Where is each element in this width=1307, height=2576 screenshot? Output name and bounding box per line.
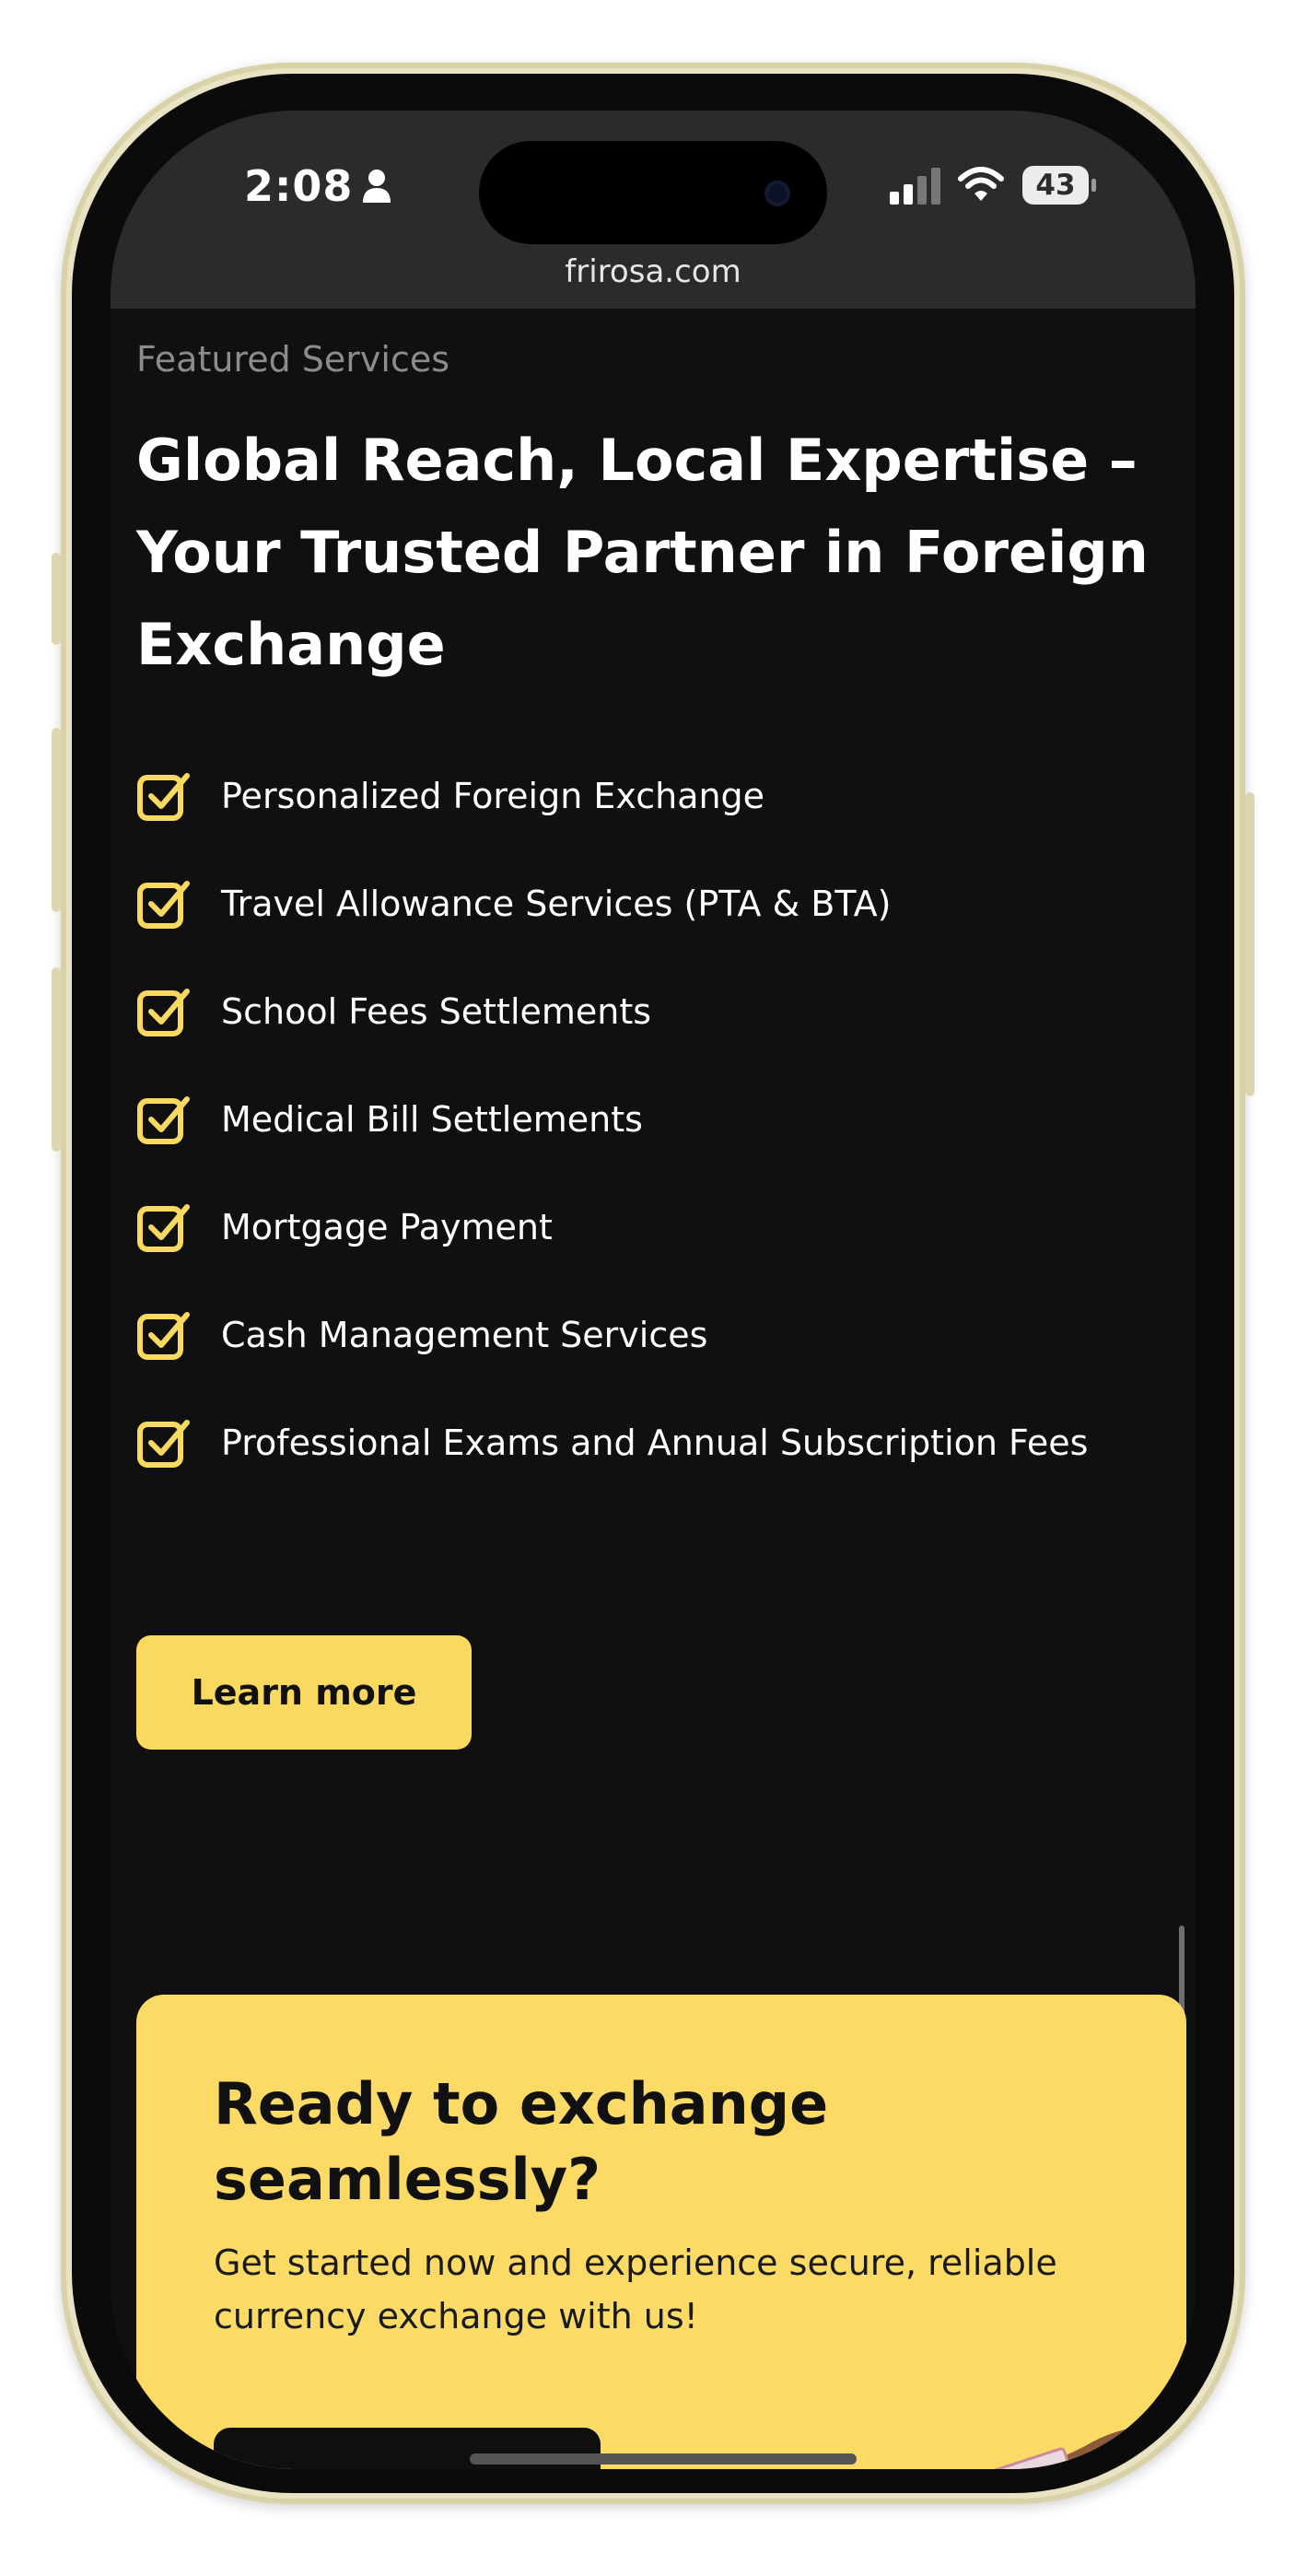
checkbox-check-icon bbox=[137, 1311, 190, 1360]
home-indicator[interactable] bbox=[470, 2453, 857, 2465]
battery-tip bbox=[1091, 179, 1096, 192]
phone-screen: 2:08 43 frirosa.com Featured Services Gl… bbox=[111, 111, 1196, 2469]
feature-item: Medical Bill Settlements bbox=[136, 1065, 1186, 1173]
feature-item: Professional Exams and Annual Subscripti… bbox=[136, 1388, 1186, 1496]
feature-label: Personalized Foreign Exchange bbox=[221, 775, 765, 816]
feature-label: Professional Exams and Annual Subscripti… bbox=[221, 1422, 1089, 1463]
checkbox-check-icon bbox=[137, 1419, 190, 1468]
learn-more-button[interactable]: Learn more bbox=[136, 1635, 472, 1750]
status-time: 2:08 bbox=[244, 161, 354, 211]
wifi-icon bbox=[958, 167, 1004, 201]
page-content: Featured Services Global Reach, Local Ex… bbox=[111, 309, 1196, 2469]
cta-subtitle: Get started now and experience secure, r… bbox=[214, 2242, 1057, 2336]
feature-item: Cash Management Services bbox=[136, 1281, 1186, 1388]
feature-label: School Fees Settlements bbox=[221, 990, 652, 1032]
cash-exchange-illustration bbox=[949, 2425, 1186, 2469]
feature-label: Travel Allowance Services (PTA & BTA) bbox=[221, 883, 892, 924]
feature-item: Personalized Foreign Exchange bbox=[136, 742, 1186, 849]
status-bar: 2:08 43 frirosa.com bbox=[111, 111, 1196, 309]
features-list: Personalized Foreign Exchange Travel All… bbox=[136, 742, 1186, 1496]
address-bar-url[interactable]: frirosa.com bbox=[111, 253, 1196, 290]
feature-label: Mortgage Payment bbox=[221, 1206, 553, 1247]
checkbox-check-icon bbox=[137, 1095, 190, 1144]
checkbox-check-icon bbox=[137, 880, 190, 929]
feature-label: Cash Management Services bbox=[221, 1314, 708, 1355]
feature-item: School Fees Settlements bbox=[136, 957, 1186, 1065]
checkbox-check-icon bbox=[137, 988, 190, 1036]
volume-up-button bbox=[52, 728, 61, 912]
checkbox-check-icon bbox=[137, 1203, 190, 1252]
cta-title: Ready to exchange seamlessly? bbox=[214, 2070, 829, 2213]
battery-icon: 43 bbox=[1022, 166, 1096, 205]
power-button bbox=[1245, 792, 1254, 1096]
cellular-signal-icon bbox=[890, 168, 940, 205]
feature-label: Medical Bill Settlements bbox=[221, 1098, 643, 1140]
feature-item: Mortgage Payment bbox=[136, 1173, 1186, 1281]
section-headline: Global Reach, Local Expertise – Your Tru… bbox=[136, 427, 1149, 678]
feature-item: Travel Allowance Services (PTA & BTA) bbox=[136, 849, 1186, 957]
cta-card: Ready to exchange seamlessly? Get starte… bbox=[136, 1995, 1186, 2469]
checkbox-check-icon bbox=[137, 772, 190, 821]
volume-down-button bbox=[52, 967, 61, 1152]
battery-level: 43 bbox=[1022, 166, 1089, 205]
action-button bbox=[52, 553, 61, 645]
camera-lens bbox=[764, 181, 790, 206]
person-icon bbox=[363, 170, 391, 203]
section-eyebrow: Featured Services bbox=[136, 339, 450, 380]
